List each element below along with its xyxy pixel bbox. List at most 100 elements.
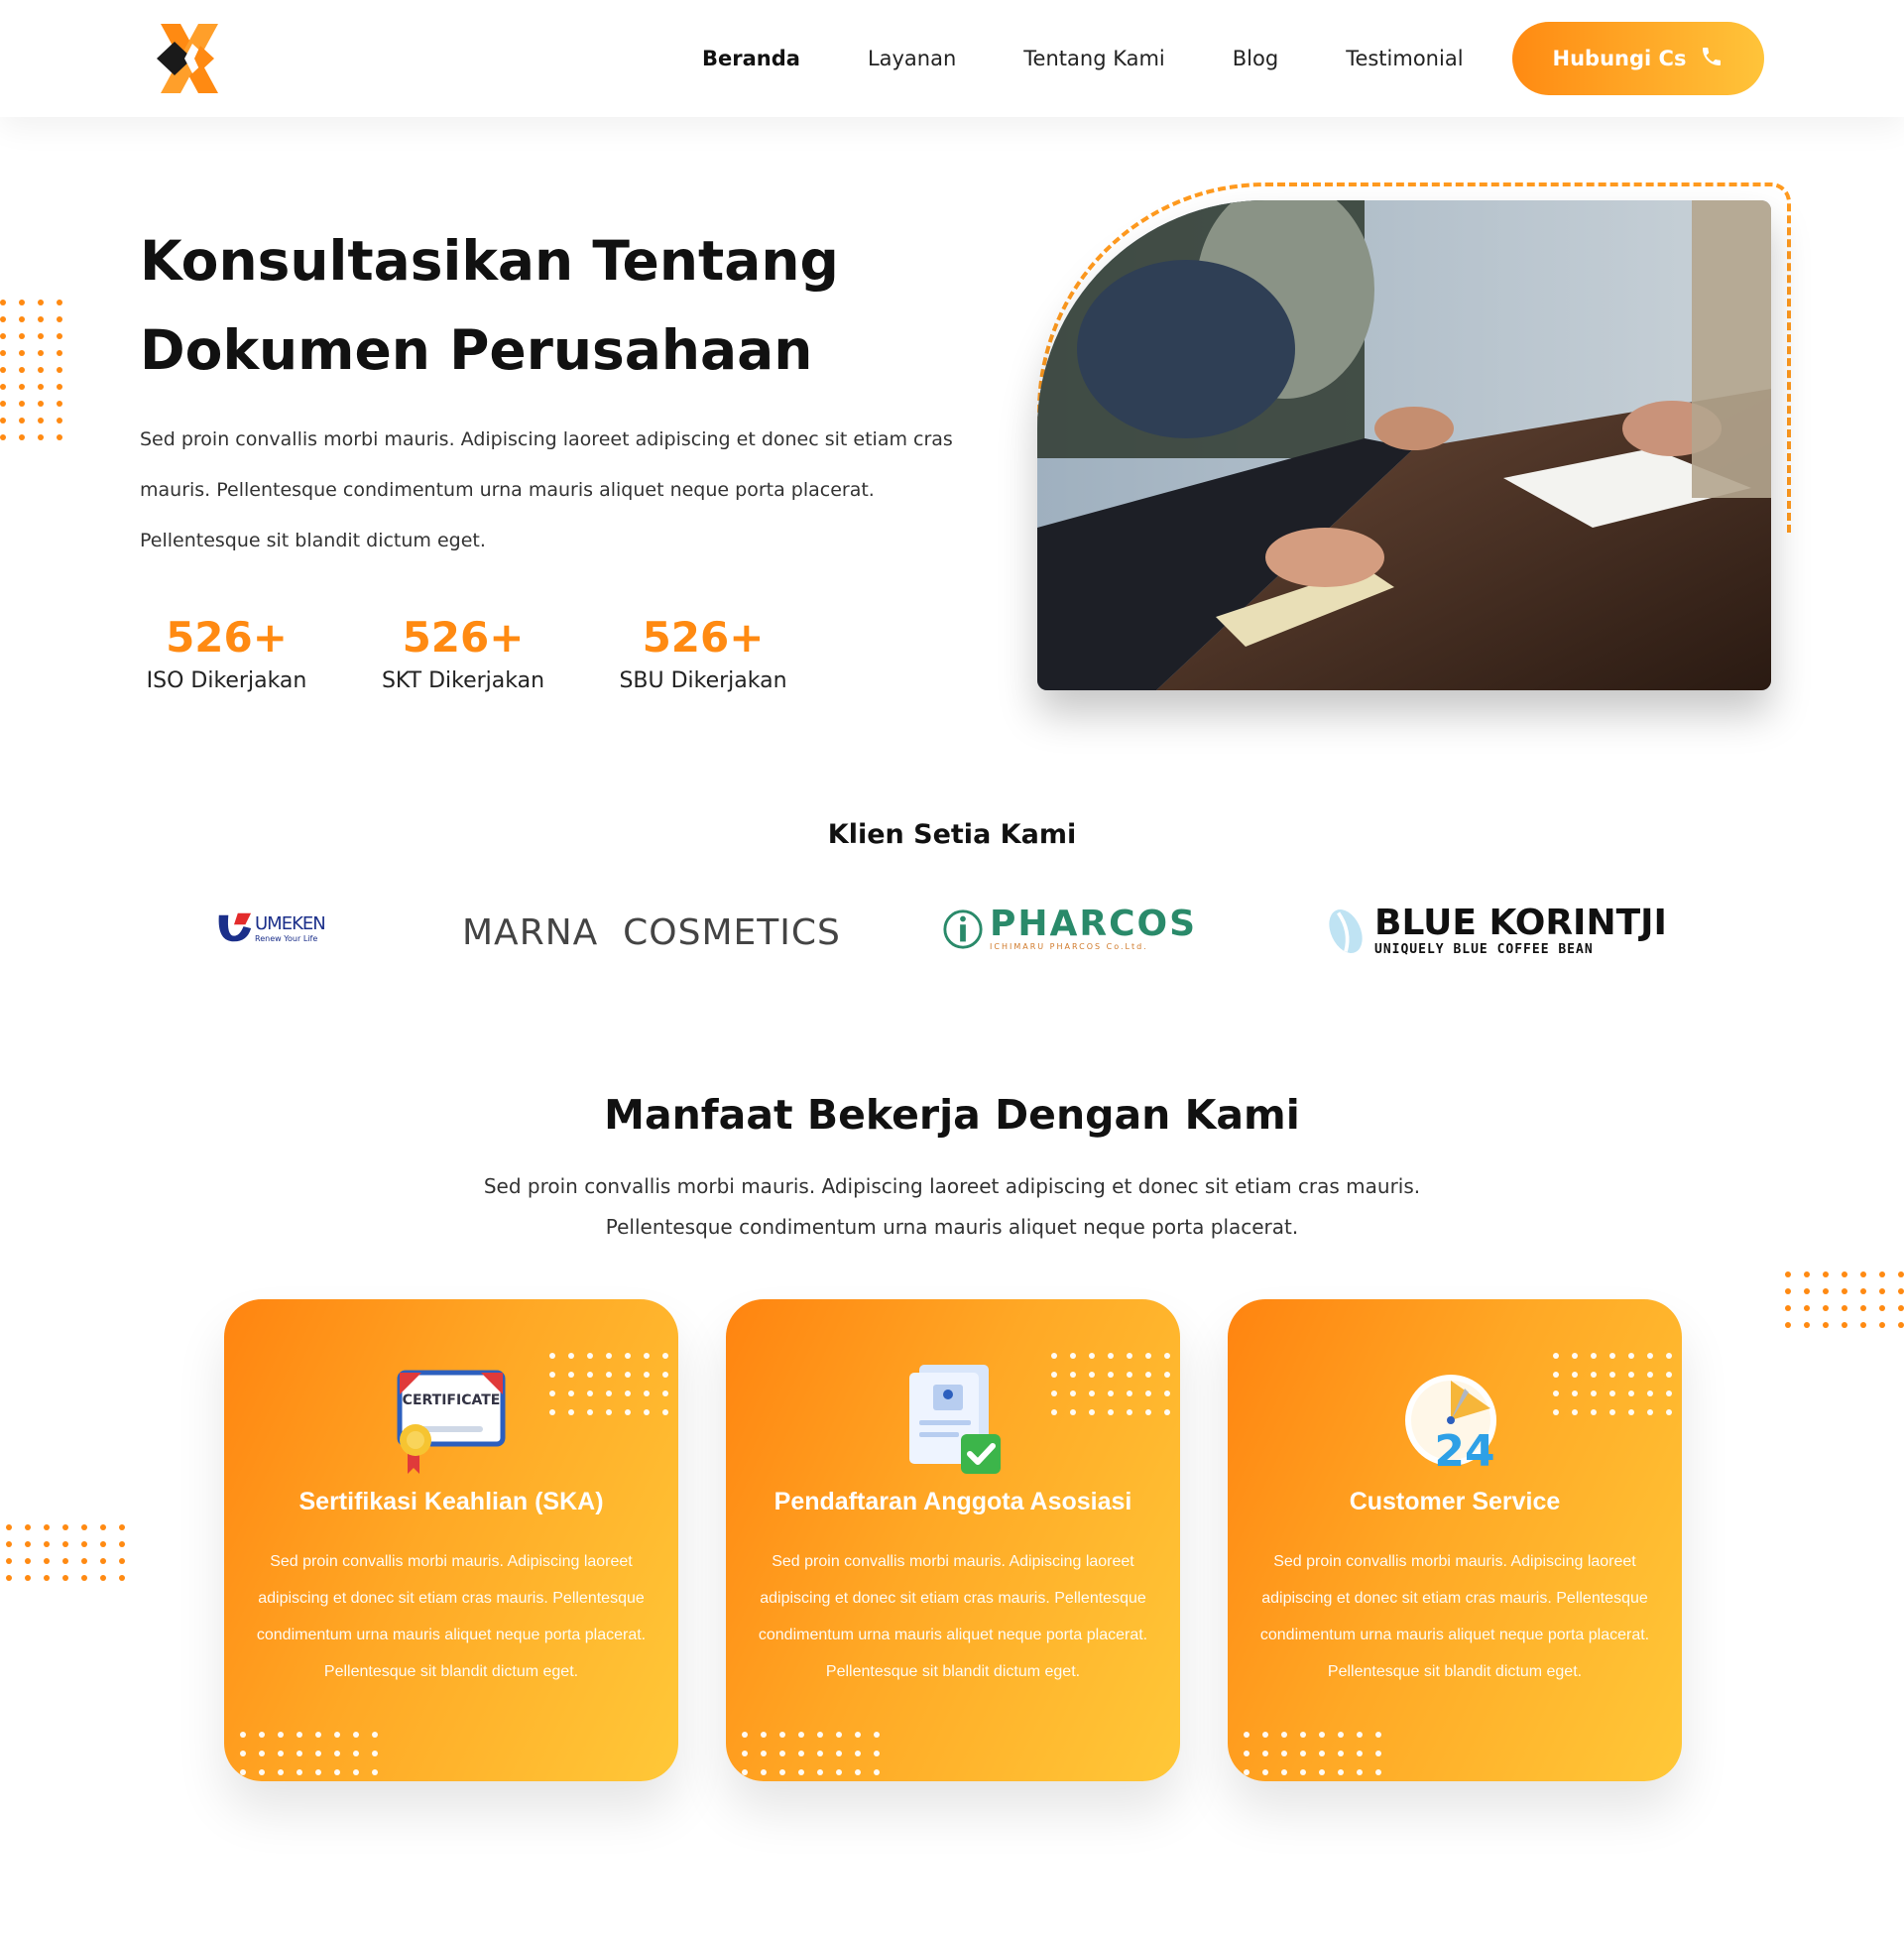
card-decor-dots (240, 1732, 378, 1775)
card-decor-dots (1244, 1732, 1381, 1775)
decor-dot (568, 1409, 574, 1415)
decor-dot (240, 1732, 246, 1738)
decor-dot (817, 1751, 823, 1756)
decor-dot (57, 300, 62, 305)
decor-dot (1860, 1271, 1866, 1277)
decor-dot (1127, 1409, 1132, 1415)
decor-dot (779, 1732, 785, 1738)
decor-dot (81, 1558, 87, 1564)
decor-dot (62, 1541, 68, 1547)
stat-sbu-label: SBU Dikerjakan (619, 668, 787, 693)
decor-dot (1860, 1288, 1866, 1294)
decor-dot (1145, 1390, 1151, 1396)
decor-dot (1164, 1390, 1170, 1396)
decor-dot (25, 1558, 31, 1564)
decor-dot (38, 434, 44, 440)
decor-dot (0, 418, 6, 423)
decor-dot (0, 384, 6, 390)
hero-photo (1037, 200, 1771, 690)
decor-dot (1262, 1769, 1268, 1775)
nav-item-beranda[interactable]: Beranda (702, 47, 800, 70)
decor-dot (1244, 1769, 1250, 1775)
decor-dot (1164, 1409, 1170, 1415)
contact-cs-label: Hubungi Cs (1552, 47, 1687, 70)
client-umeken-tagline: Renew Your Life (255, 934, 318, 943)
card-decor-dots (549, 1353, 668, 1415)
decor-dot (297, 1732, 302, 1738)
decor-dot (1051, 1390, 1057, 1396)
card-decor-dots (742, 1732, 880, 1775)
decor-dot (1842, 1288, 1847, 1294)
decor-dot (587, 1409, 593, 1415)
stat-skt: 526+ SKT Dikerjakan (375, 611, 551, 698)
decor-dot (1089, 1390, 1095, 1396)
decor-dot (57, 316, 62, 322)
decor-dot (587, 1390, 593, 1396)
decor-dot (0, 434, 6, 440)
decor-dot (57, 350, 62, 356)
decor-dot (38, 300, 44, 305)
decor-dot (644, 1372, 650, 1378)
benefit-card-customer-service[interactable]: 24 Customer Service Sed proin convallis … (1228, 1299, 1682, 1781)
decor-dot (100, 1541, 106, 1547)
decor-dot (625, 1390, 631, 1396)
decor-dot (100, 1524, 106, 1530)
decor-dot (315, 1751, 321, 1756)
decor-dot (644, 1353, 650, 1359)
decor-dot (817, 1769, 823, 1775)
client-logo-marna[interactable]: MARNA COSMETICS (462, 912, 841, 953)
stat-skt-value: 526+ (402, 613, 525, 662)
client-umeken-name: UMEKEN (255, 913, 326, 934)
contact-cs-button[interactable]: Hubungi Cs (1512, 22, 1764, 95)
benefit-card-ska[interactable]: CERTIFICATE Sertifikasi Keahlian (SKA) S… (224, 1299, 678, 1781)
nav-item-tentang-kami[interactable]: Tentang Kami (1023, 47, 1164, 70)
brand-logo[interactable] (153, 24, 226, 93)
decor-dot (44, 1558, 50, 1564)
client-logo-pharcos[interactable]: PHARCOS ICHIMARU PHARCOS Co.Ltd. (942, 907, 1197, 951)
decor-dot (19, 316, 25, 322)
decor-dot (1898, 1305, 1904, 1311)
decor-dot (119, 1575, 125, 1581)
nav-item-blog[interactable]: Blog (1233, 47, 1278, 70)
decor-dot (1338, 1769, 1344, 1775)
decor-dot (1804, 1271, 1810, 1277)
decor-dot (81, 1541, 87, 1547)
decor-dot (855, 1769, 861, 1775)
certificate-icon: CERTIFICATE (392, 1359, 511, 1478)
nav-item-testimonial[interactable]: Testimonial (1346, 47, 1463, 70)
decor-dot (1591, 1372, 1597, 1378)
decor-dot (1089, 1353, 1095, 1359)
decor-dot (1591, 1409, 1597, 1415)
stat-iso-label: ISO Dikerjakan (146, 668, 307, 693)
decor-dot (1319, 1732, 1325, 1738)
decor-dot (44, 1541, 50, 1547)
decor-dot (798, 1769, 804, 1775)
client-logo-blue-korintji[interactable]: BLUE KORINTJI UNIQUELY BLUE COFFEE BEAN (1325, 905, 1686, 957)
decor-dot (372, 1769, 378, 1775)
decor-dot (1823, 1322, 1829, 1328)
decor-dot (62, 1575, 68, 1581)
decor-dot (1879, 1288, 1885, 1294)
decor-dot (1879, 1271, 1885, 1277)
decor-dot (587, 1353, 593, 1359)
decor-dot (38, 333, 44, 339)
decor-dot (1127, 1390, 1132, 1396)
hero-description: Sed proin convallis morbi mauris. Adipis… (140, 428, 953, 551)
nav-item-layanan[interactable]: Layanan (868, 47, 956, 70)
decor-dot (372, 1732, 378, 1738)
decor-dot (1842, 1271, 1847, 1277)
decor-dot (568, 1390, 574, 1396)
decor-dot (25, 1524, 31, 1530)
benefit-card-asosiasi[interactable]: Pendaftaran Anggota Asosiasi Sed proin c… (726, 1299, 1180, 1781)
decor-dot (44, 1524, 50, 1530)
decor-dot (1108, 1390, 1114, 1396)
decor-dot (1572, 1390, 1578, 1396)
decor-dot (1164, 1372, 1170, 1378)
decor-dot (1375, 1769, 1381, 1775)
umeken-mark-icon (218, 912, 252, 942)
decor-dot (1879, 1322, 1885, 1328)
decor-dot (1898, 1271, 1904, 1277)
client-logo-umeken[interactable]: UMEKEN Renew Your Life (215, 908, 326, 948)
decor-dot (240, 1751, 246, 1756)
decor-dot (1609, 1353, 1615, 1359)
